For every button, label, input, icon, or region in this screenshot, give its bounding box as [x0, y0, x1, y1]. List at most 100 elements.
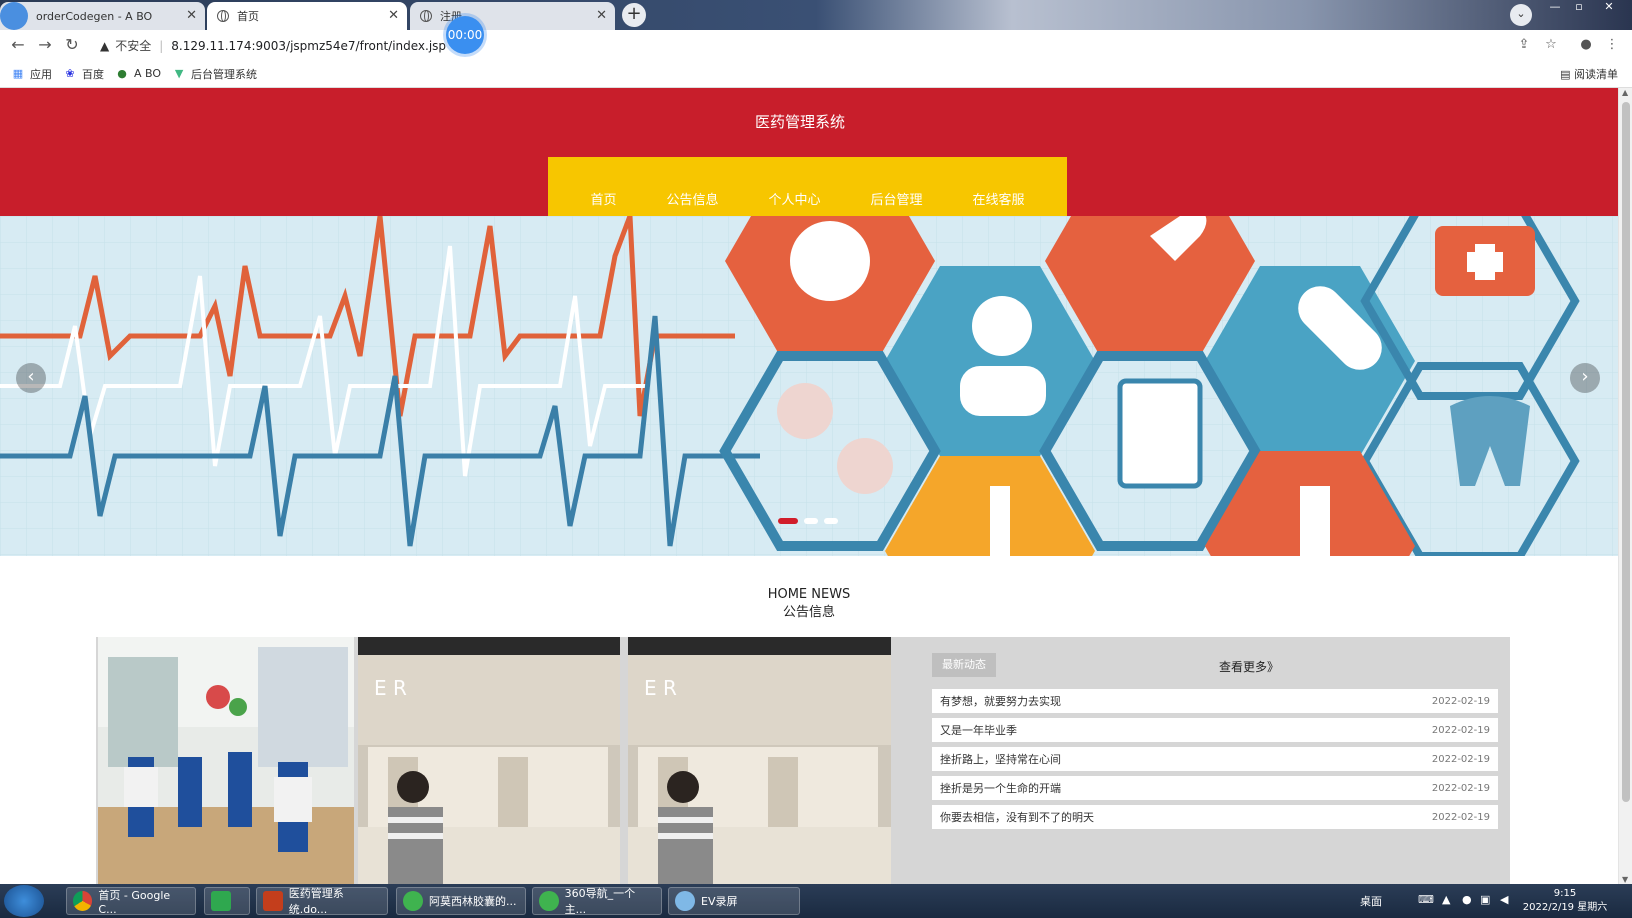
- page-viewport: 医药管理系统 首页 公告信息 个人中心 后台管理 在线客服 ‹ › HOME N…: [0, 88, 1632, 884]
- task-word-doc[interactable]: 医药管理系统.do...: [256, 887, 388, 916]
- task-360-browser-2[interactable]: 360导航_一个主...: [532, 887, 662, 916]
- svg-text:E R: E R: [374, 676, 407, 700]
- tab-search-button[interactable]: ⌄: [1510, 4, 1532, 26]
- browser-360-icon: [403, 891, 423, 911]
- carousel-dot[interactable]: [778, 518, 798, 524]
- tab-ordercodegen[interactable]: orderCodegen - A BO ✕: [0, 2, 205, 30]
- task-360-browser-1[interactable]: 阿莫西林胶囊的...: [396, 887, 526, 915]
- start-button[interactable]: [4, 885, 44, 917]
- carousel-prev-button[interactable]: ‹: [16, 363, 46, 393]
- banner-carousel: ‹ ›: [0, 216, 1618, 556]
- close-icon[interactable]: ✕: [388, 8, 399, 23]
- bookmark-abo[interactable]: ● A BO: [116, 67, 161, 80]
- profile-avatar-icon: [0, 2, 28, 30]
- news-section: E R E R 最新动态 查看更多》 有梦想，就要努力去实现 2022-02-1…: [96, 637, 1510, 884]
- news-photo[interactable]: E R: [628, 637, 891, 884]
- keyboard-icon[interactable]: ⌨: [1418, 893, 1434, 906]
- globe-icon: [217, 10, 229, 22]
- scrollbar-thumb[interactable]: [1622, 102, 1630, 802]
- tab-label: orderCodegen - A BO: [36, 9, 153, 23]
- news-heading-en: HOME NEWS: [767, 587, 851, 602]
- news-photo[interactable]: [98, 637, 354, 884]
- task-chrome[interactable]: 首页 - Google C...: [66, 887, 196, 916]
- menu-icon[interactable]: ⋮: [1604, 37, 1620, 53]
- vue-logo-icon: ▼: [174, 66, 184, 80]
- reload-button[interactable]: ↻: [62, 35, 82, 55]
- news-list-item[interactable]: 有梦想，就要努力去实现 2022-02-19: [932, 689, 1498, 713]
- bookmark-label: A BO: [134, 67, 162, 80]
- hospital-counter-photo: E R: [628, 637, 891, 884]
- address-bar[interactable]: ▲ 不安全 | 8.129.11.174:9003/jspmz54e7/fron…: [92, 35, 1504, 56]
- news-list-item[interactable]: 你要去相信，没有到不了的明天 2022-02-19: [932, 805, 1498, 829]
- tab-home[interactable]: 首页 ✕: [207, 2, 407, 30]
- reading-list-label: 阅读清单: [1574, 68, 1618, 81]
- system-clock[interactable]: 9:15 2022/2/19 星期六: [1520, 887, 1610, 915]
- nav-personal-center[interactable]: 个人中心: [768, 189, 820, 208]
- news-date: 2022-02-19: [1431, 724, 1490, 736]
- news-list-item[interactable]: 又是一年毕业季 2022-02-19: [932, 718, 1498, 742]
- carousel-dot[interactable]: [804, 518, 818, 524]
- nav-home[interactable]: 首页: [590, 189, 616, 208]
- tab-label: 首页: [237, 10, 259, 23]
- chevron-right-icon: ›: [1581, 366, 1589, 387]
- new-tab-button[interactable]: +: [622, 3, 646, 27]
- tab-register[interactable]: 注册 ✕: [410, 2, 615, 30]
- news-heading: HOME NEWS 公告信息: [0, 586, 1618, 622]
- task-label: 阿莫西林胶囊的...: [429, 895, 517, 908]
- back-button[interactable]: ←: [8, 35, 28, 55]
- nav-announcements[interactable]: 公告信息: [666, 189, 718, 208]
- scroll-down-icon[interactable]: ▼: [1622, 875, 1628, 884]
- qq-icon[interactable]: ●: [1462, 893, 1472, 906]
- maximize-button[interactable]: ▫: [1568, 0, 1590, 16]
- forward-button[interactable]: →: [35, 35, 55, 55]
- news-title: 又是一年毕业季: [940, 724, 1017, 737]
- task-label: 首页 - Google C...: [98, 888, 171, 916]
- reading-list-button[interactable]: ▤ 阅读清单: [1560, 66, 1618, 82]
- task-ev-recorder[interactable]: EV录屏: [668, 887, 800, 915]
- infusion-room-photo: [98, 637, 354, 884]
- page-scrollbar[interactable]: ▲ ▼: [1618, 88, 1632, 884]
- profile-icon[interactable]: ●: [1578, 37, 1594, 53]
- volume-icon[interactable]: ◀: [1500, 893, 1508, 906]
- browser-tab-bar: orderCodegen - A BO ✕ 首页 ✕ 注册 ✕ + ⌄ — ▫ …: [0, 0, 1632, 30]
- news-list-item[interactable]: 挫折路上，坚持常在心间 2022-02-19: [932, 747, 1498, 771]
- browser-360-icon: [539, 891, 559, 911]
- main-nav: 首页 公告信息 个人中心 后台管理 在线客服: [548, 157, 1067, 216]
- tray-expand-icon[interactable]: ▲: [1442, 893, 1450, 906]
- site-title: 医药管理系统: [754, 113, 845, 131]
- bookmark-label: 应用: [30, 67, 52, 81]
- clock-time: 9:15: [1553, 888, 1577, 899]
- carousel-dot[interactable]: [824, 518, 838, 524]
- nav-online-service[interactable]: 在线客服: [973, 189, 1025, 208]
- clock-date: 2022/2/19 星期六: [1522, 902, 1608, 913]
- task-label: EV录屏: [701, 895, 738, 908]
- recorder-timer[interactable]: 00:00: [446, 16, 484, 54]
- bookmark-baidu[interactable]: ❀ 百度: [64, 66, 104, 82]
- task-label: 360导航_一个主...: [564, 887, 636, 916]
- site-header: 医药管理系统 首页 公告信息 个人中心 后台管理 在线客服: [0, 88, 1618, 216]
- nav-admin[interactable]: 后台管理: [871, 189, 923, 208]
- scroll-up-icon[interactable]: ▲: [1622, 88, 1628, 97]
- bookmark-admin[interactable]: ▼ 后台管理系统: [173, 66, 257, 82]
- view-more-link[interactable]: 查看更多》: [1219, 658, 1279, 675]
- close-icon[interactable]: ✕: [596, 8, 607, 23]
- task-media-player[interactable]: [204, 887, 250, 915]
- desktop-toolbar-label[interactable]: 桌面: [1360, 893, 1382, 909]
- close-window-button[interactable]: ✕: [1598, 0, 1620, 16]
- close-icon[interactable]: ✕: [186, 8, 197, 23]
- browser-toolbar: ← → ↻ ▲ 不安全 | 8.129.11.174:9003/jspmz54e…: [0, 30, 1632, 60]
- news-title: 挫折是另一个生命的开端: [940, 782, 1061, 795]
- share-icon[interactable]: ⇪: [1516, 37, 1532, 53]
- warning-icon: ▲: [100, 38, 110, 53]
- bookmark-star-icon[interactable]: ☆: [1543, 37, 1559, 53]
- bookmark-apps[interactable]: ▦ 应用: [12, 66, 52, 82]
- news-photo[interactable]: E R: [358, 637, 620, 884]
- news-list-item[interactable]: 挫折是另一个生命的开端 2022-02-19: [932, 776, 1498, 800]
- network-icon[interactable]: ▣: [1480, 893, 1490, 906]
- carousel-next-button[interactable]: ›: [1570, 363, 1600, 393]
- news-heading-cn: 公告信息: [782, 605, 835, 620]
- task-label: 医药管理系统.do...: [288, 887, 344, 916]
- separator: |: [159, 38, 164, 53]
- bookmarks-bar: ▦ 应用 ❀ 百度 ● A BO ▼ 后台管理系统 ▤ 阅读清单: [0, 60, 1632, 88]
- minimize-button[interactable]: —: [1544, 0, 1566, 16]
